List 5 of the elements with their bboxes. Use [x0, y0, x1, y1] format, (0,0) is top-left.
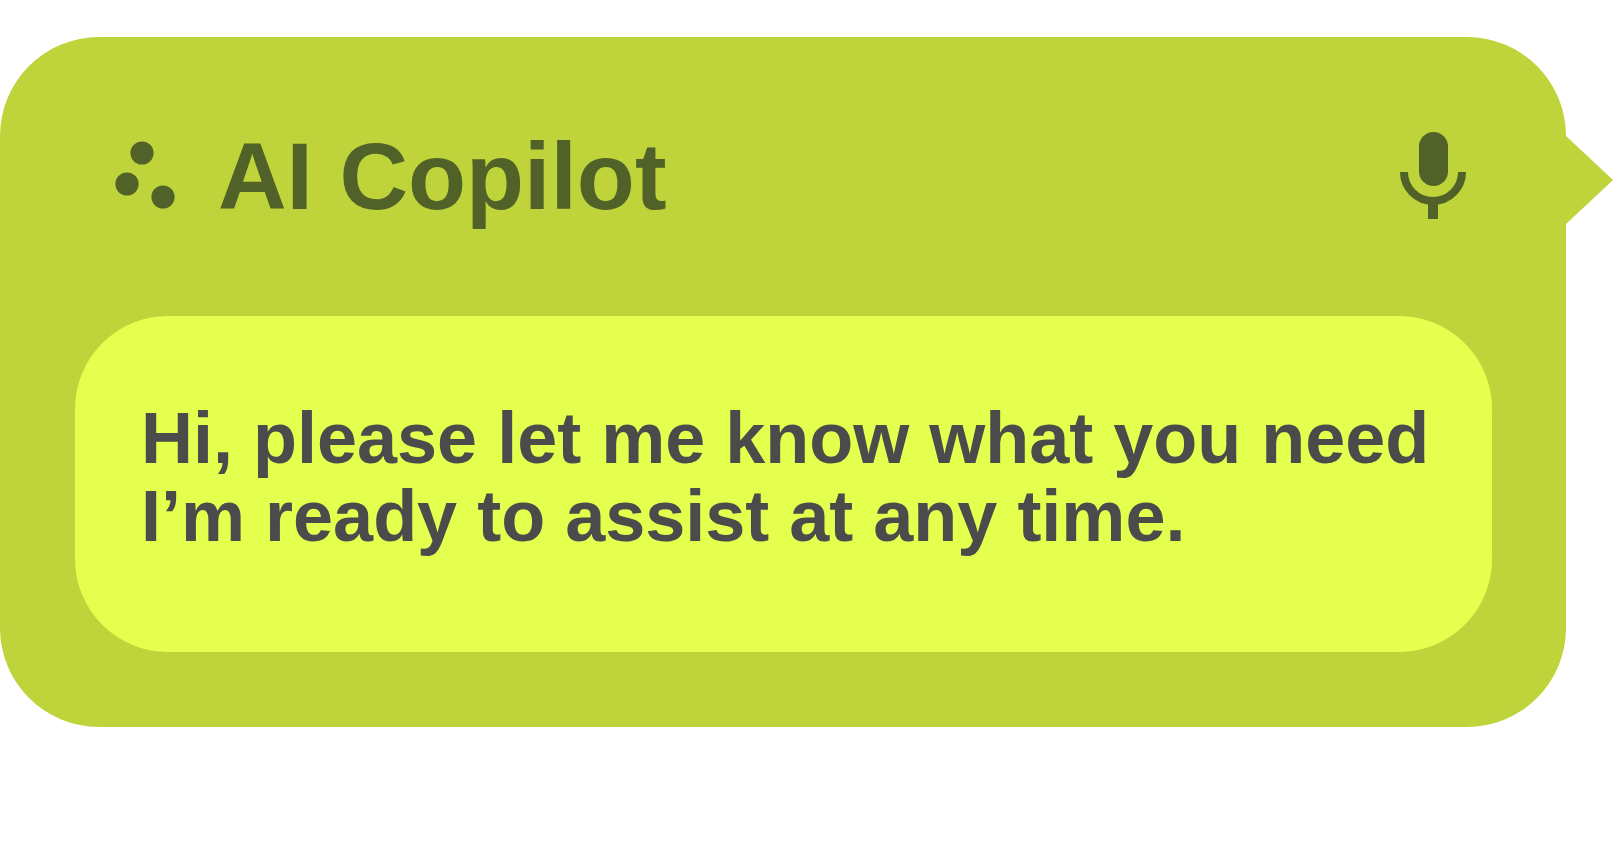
dots-logo-icon	[115, 141, 175, 209]
microphone-icon	[1400, 131, 1466, 219]
message-text: Hi, please let me know what you need I’m ready to assist at any time.	[141, 399, 1431, 558]
microphone-button[interactable]	[1400, 131, 1466, 219]
assistant-title: AI Copilot	[218, 122, 667, 231]
